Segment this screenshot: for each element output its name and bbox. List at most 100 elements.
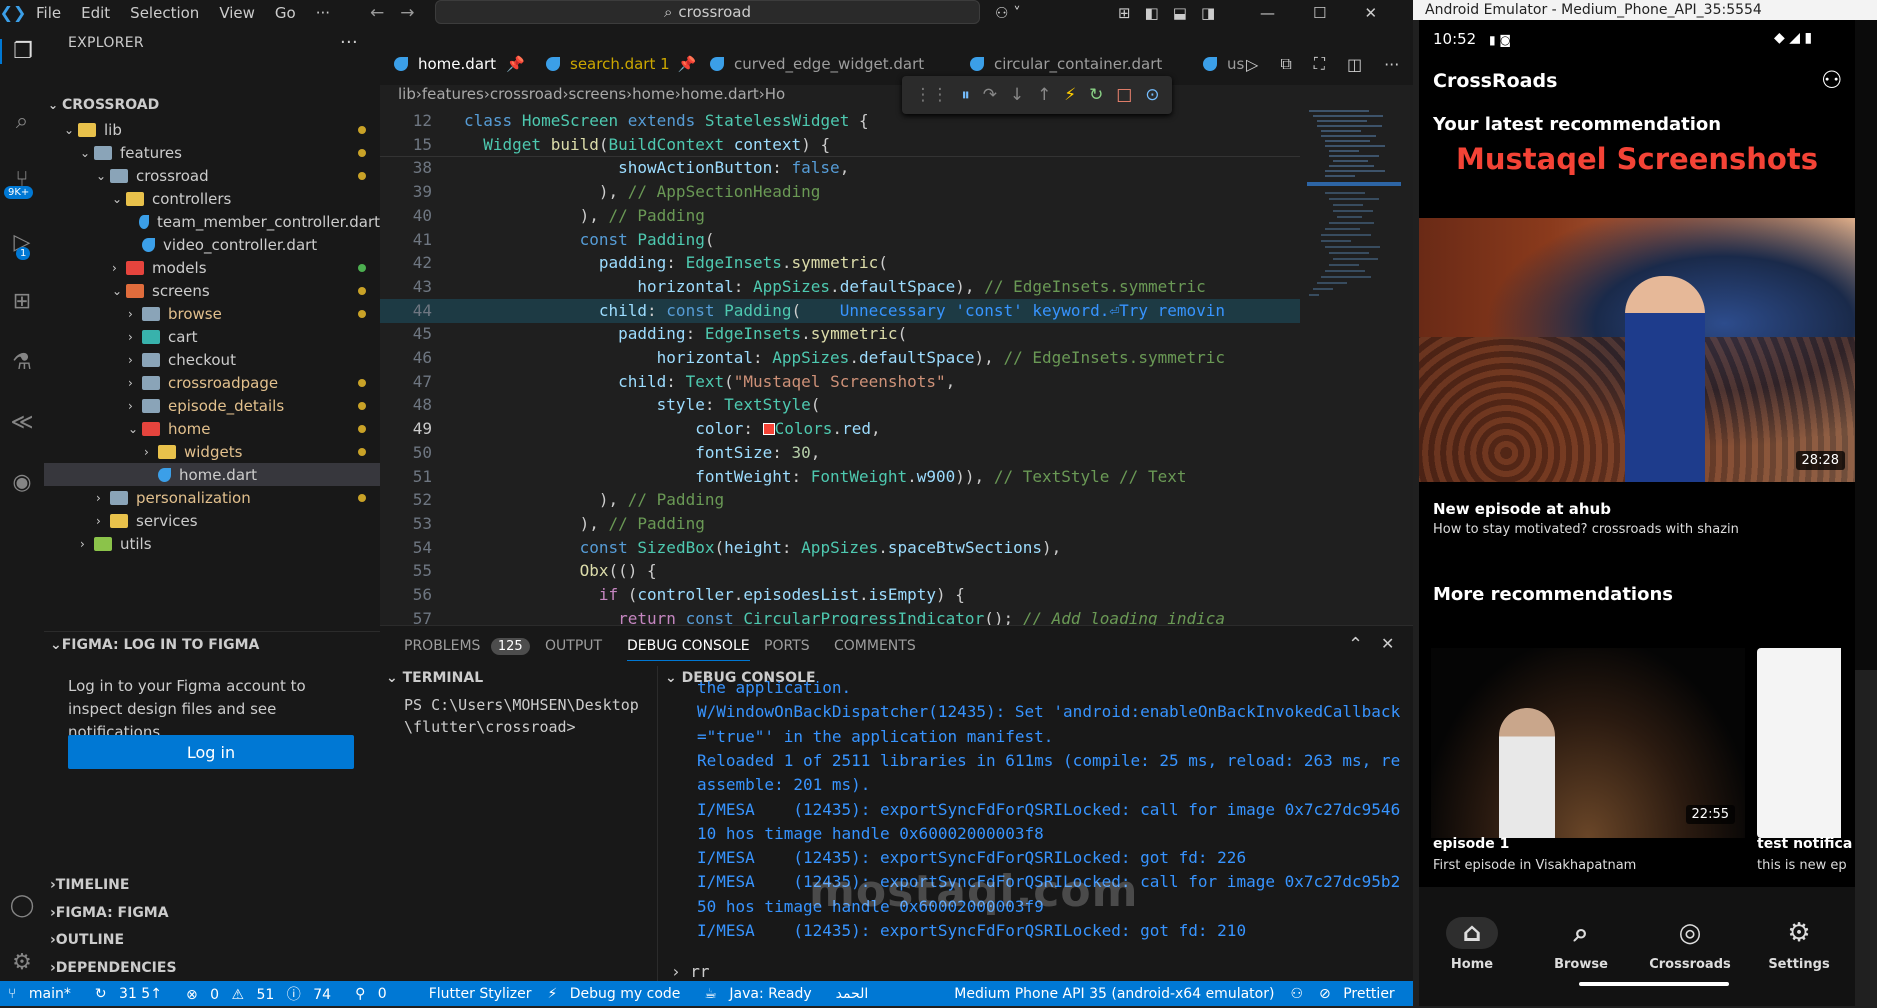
hero-title[interactable]: New episode at ahub — [1433, 500, 1611, 518]
breadcrumb-item[interactable]: lib — [398, 85, 416, 103]
minimap[interactable] — [1307, 110, 1401, 350]
tree-folder[interactable]: ⌄ home — [44, 417, 380, 440]
maximize-panel-icon[interactable]: ⌃ — [1348, 634, 1363, 655]
section-header[interactable]: › DEPENDENCIES — [44, 955, 380, 981]
code-line[interactable]: 45 padding: EdgeInsets.symmetric( — [380, 322, 1300, 346]
pause-icon[interactable]: ⏸ — [961, 85, 970, 105]
tree-folder[interactable]: › personalization — [44, 486, 380, 509]
github-icon[interactable]: ◉ — [0, 470, 44, 495]
tree-file[interactable]: team_member_controller.dart — [44, 210, 380, 233]
terminal-pane[interactable]: ⌄ TERMINAL PS C:\Users\MOHSEN\Desktop \f… — [380, 666, 658, 982]
tree-folder[interactable]: › widgets — [44, 440, 380, 463]
tree-folder[interactable]: › services — [44, 509, 380, 532]
copilot-status-icon[interactable]: ⚇ — [1282, 986, 1311, 1002]
code-line[interactable]: 51 fontWeight: FontWeight.w900)), // Tex… — [380, 465, 1300, 489]
drag-handle-icon[interactable]: ⋮⋮ — [914, 85, 948, 105]
arabic-item[interactable]: الحمد — [828, 986, 877, 1002]
code-line[interactable]: 41 const Padding( — [380, 228, 1300, 252]
code-line[interactable]: 56 if (controller.episodesList.isEmpty) … — [380, 583, 1300, 607]
inspect-widget-icon[interactable]: ⊙ — [1145, 85, 1159, 105]
nav-crossroads[interactable]: ◎ Crossroads — [1645, 917, 1735, 972]
tree-folder[interactable]: ⌄ crossroad — [44, 164, 380, 187]
toggle-secondary-sidebar-icon[interactable]: ◨ — [1201, 4, 1215, 22]
tree-folder[interactable]: › crossroadpage — [44, 371, 380, 394]
code-line[interactable]: 55 Obx(() { — [380, 559, 1300, 583]
tab-ports[interactable]: PORTS — [764, 638, 810, 654]
code-line[interactable]: 46 horizontal: AppSizes.defaultSpace), /… — [380, 346, 1300, 370]
prettier-item[interactable]: ⊘ Prettier — [1311, 986, 1411, 1002]
figma-section-header[interactable]: ⌄ FIGMA: LOG IN TO FIGMA — [44, 631, 380, 657]
device-item[interactable]: Medium Phone API 35 (android-x64 emulato… — [946, 986, 1282, 1002]
card-title[interactable]: test notifica — [1757, 836, 1855, 852]
stop-icon[interactable]: □ — [1116, 85, 1132, 105]
branch-item[interactable]: ⑂ main* — [0, 986, 87, 1002]
open-changes-icon[interactable]: ⧉ — [1280, 54, 1291, 74]
code-line[interactable]: 49 color: Colors.red, — [380, 417, 1300, 441]
toggle-sidebar-icon[interactable]: ◧ — [1145, 4, 1159, 22]
run-icon[interactable]: ▷ — [1246, 55, 1258, 74]
pin-icon[interactable]: 📌 — [678, 55, 697, 73]
tree-folder[interactable]: › models — [44, 256, 380, 279]
tab-home-dart[interactable]: home.dart 📌 — [394, 43, 525, 85]
code-line[interactable]: 43 horizontal: AppSizes.defaultSpace), /… — [380, 275, 1300, 299]
figma-login-button[interactable]: Log in — [68, 735, 354, 769]
tab-curved-edge-widget[interactable]: curved_edge_widget.dart — [710, 43, 924, 85]
toggle-panel-icon[interactable]: ⬓ — [1173, 4, 1187, 22]
code-line[interactable]: 15 Widget build(BuildContext context) { — [380, 133, 1300, 157]
minimize-icon[interactable]: — — [1260, 4, 1275, 22]
step-over-icon[interactable]: ↷ — [983, 85, 997, 105]
debug-console-pane[interactable]: ⌄ DEBUG CONSOLE the application. W/Window… — [659, 666, 1413, 982]
menu-selection[interactable]: Selection — [120, 4, 209, 22]
code-line[interactable]: 40 ), // Padding — [380, 204, 1300, 228]
flutter-stylizer-item[interactable]: Flutter Stylizer — [421, 986, 540, 1002]
profile-icon[interactable]: ⚇ — [1821, 66, 1843, 94]
account-icon[interactable]: ◯ — [0, 893, 44, 918]
tab-output[interactable]: OUTPUT — [545, 638, 602, 654]
debug-item[interactable]: ⚡ Debug my code — [539, 986, 696, 1002]
code-line[interactable]: 42 padding: EdgeInsets.symmetric( — [380, 251, 1300, 275]
tree-folder[interactable]: ⌄ controllers — [44, 187, 380, 210]
breadcrumb-item[interactable]: features — [422, 85, 484, 103]
code-line[interactable]: 53 ), // Padding — [380, 512, 1300, 536]
tree-folder[interactable]: › browse — [44, 302, 380, 325]
section-header[interactable]: › FIGMA: FIGMA — [44, 900, 380, 926]
back-arrow-icon[interactable]: ← — [362, 3, 392, 23]
step-into-icon[interactable]: ↓ — [1010, 85, 1024, 105]
pin-icon[interactable]: 📌 — [506, 55, 525, 73]
code-line[interactable]: 39 ), // AppSectionHeading — [380, 180, 1300, 204]
code-line[interactable]: 47 child: Text("Mustaqel Screenshots", — [380, 370, 1300, 394]
menu-file[interactable]: File — [26, 4, 71, 22]
more-actions-icon[interactable]: ··· — [1384, 55, 1399, 74]
code-line[interactable]: 54 const SizedBox(height: AppSizes.space… — [380, 536, 1300, 560]
episode-card-thumbnail[interactable] — [1757, 648, 1841, 838]
flutter-icon[interactable]: ≪ — [0, 410, 44, 435]
extensions-icon[interactable]: ⊞ — [0, 289, 44, 314]
nav-browse[interactable]: ⌕ Browse — [1536, 917, 1626, 972]
nav-home[interactable]: ⌂ Home — [1427, 917, 1517, 972]
tree-file[interactable]: home.dart — [44, 463, 380, 486]
workspace-root[interactable]: ⌄ CROSSROAD — [44, 91, 380, 118]
step-out-icon[interactable]: ↑ — [1037, 85, 1051, 105]
card-title[interactable]: episode 1 — [1433, 836, 1509, 852]
hot-reload-icon[interactable]: ⚡ — [1064, 85, 1076, 105]
tree-folder[interactable]: ⌄ lib — [44, 118, 380, 141]
java-item[interactable]: ☕ Java: Ready — [696, 986, 827, 1002]
forward-arrow-icon[interactable]: → — [392, 3, 422, 23]
episode-card-thumbnail[interactable]: 22:55 — [1431, 648, 1745, 838]
breadcrumb-item[interactable]: crossroad — [490, 85, 563, 103]
testing-icon[interactable]: ⚗ — [0, 350, 44, 375]
code-line[interactable]: 12 class HomeScreen extends StatelessWidg… — [380, 109, 1300, 133]
customize-layout-icon[interactable]: ⊞ — [1118, 4, 1131, 22]
tree-file[interactable]: video_controller.dart — [44, 233, 380, 256]
code-line[interactable]: 48 style: TextStyle( — [380, 393, 1300, 417]
code-line[interactable]: 57 return const CircularProgressIndicato… — [380, 607, 1300, 625]
gear-icon[interactable]: ⚙ — [0, 950, 44, 975]
tab-us[interactable]: us — [1203, 43, 1244, 85]
split-editor-icon[interactable]: ◫ — [1347, 55, 1362, 74]
breadcrumb-item[interactable]: home — [632, 85, 675, 103]
close-panel-icon[interactable]: ✕ — [1381, 634, 1394, 653]
debug-input[interactable]: › rr — [671, 962, 710, 981]
hero-thumbnail[interactable]: 28:28 — [1419, 218, 1855, 482]
code-line[interactable]: 44 child: const Padding( Unnecessary 'co… — [380, 298, 1300, 323]
code-editor[interactable]: 12 class HomeScreen extends StatelessWidg… — [380, 105, 1300, 625]
